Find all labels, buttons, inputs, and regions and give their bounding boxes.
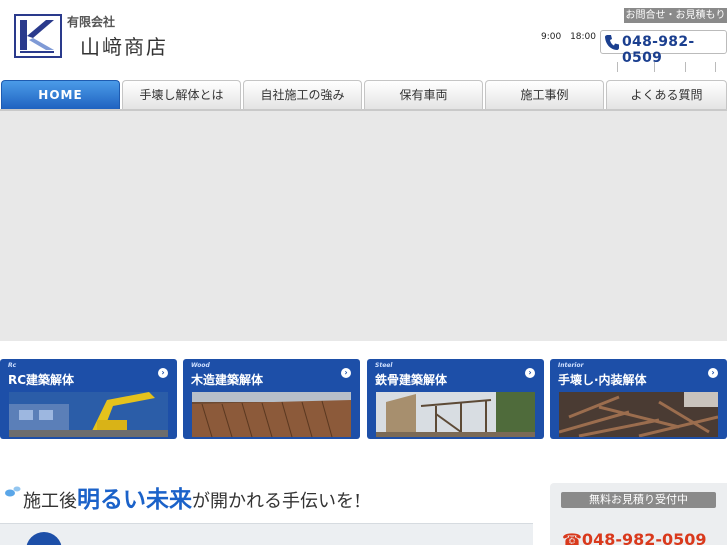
service-card-rc[interactable]: Rc RC建築解体 ›: [0, 359, 177, 439]
link-divider: [617, 62, 618, 72]
tagline-part-1: 施工後: [23, 491, 77, 512]
tab-home[interactable]: HOME: [1, 80, 120, 109]
hero-slider[interactable]: [0, 111, 727, 341]
steel-demolition-photo: [376, 392, 535, 437]
interior-demolition-photo: [559, 392, 718, 437]
service-title: 木造建築解体: [191, 373, 264, 387]
k-monogram-logo[interactable]: [14, 14, 62, 58]
service-card-steel[interactable]: Steel 鉄骨建築解体 ›: [367, 359, 544, 439]
service-tag: Steel: [375, 362, 393, 369]
company-type: 有限会社: [67, 15, 116, 29]
intro-content-box: [0, 523, 533, 545]
link-divider: [685, 62, 686, 72]
tagline: 施工後明るい未来が開かれる手伝いを!: [23, 480, 361, 513]
tab-strengths[interactable]: 自社施工の強み: [243, 80, 362, 109]
link-divider: [654, 62, 655, 72]
main-nav: HOME 手壊し解体とは 自社施工の強み 保有車両 施工事例 よくある質問: [0, 80, 727, 110]
service-title: 手壊し·内装解体: [558, 373, 647, 387]
droplet-icon: [5, 486, 21, 497]
tab-vehicles[interactable]: 保有車両: [364, 80, 483, 109]
sidebar-phone-number[interactable]: ☎048-982-0509: [562, 530, 707, 545]
service-tag: Wood: [191, 362, 210, 369]
wood-demolition-photo: [192, 392, 351, 437]
tagline-part-3: が開かれる手伝いを!: [192, 491, 362, 512]
site-header: 有限会社 山﨑商店 9:00 18:00 お問合せ・お見積もり 048-982-…: [0, 0, 727, 80]
estimate-sidebar: 無料お見積り受付中 ☎048-982-0509: [550, 483, 727, 545]
rc-demolition-photo: [9, 392, 168, 437]
tab-case-studies[interactable]: 施工事例: [485, 80, 604, 109]
header-sub-links: [617, 62, 727, 72]
service-title: RC建築解体: [8, 373, 75, 387]
header-phone[interactable]: 048-982-0509: [600, 30, 727, 66]
arrow-right-icon: ›: [525, 368, 535, 378]
service-tag: Rc: [8, 362, 17, 369]
arrow-right-icon: ›: [341, 368, 351, 378]
contact-label[interactable]: お問合せ・お見積もり: [624, 8, 727, 23]
arrow-right-icon: ›: [158, 368, 168, 378]
arrow-right-icon: ›: [708, 368, 718, 378]
service-tag: Interior: [558, 362, 584, 369]
business-hours: 9:00 18:00: [541, 32, 597, 42]
phone-icon: [605, 35, 619, 50]
company-name[interactable]: 山﨑商店: [80, 31, 168, 60]
free-estimate-label[interactable]: 無料お見積り受付中: [561, 492, 716, 508]
service-card-wood[interactable]: Wood 木造建築解体 ›: [183, 359, 360, 439]
tab-faq[interactable]: よくある質問: [606, 80, 727, 109]
tab-hand-demolition[interactable]: 手壊し解体とは: [122, 80, 241, 109]
link-divider: [715, 62, 716, 72]
service-title: 鉄骨建築解体: [375, 373, 448, 387]
service-card-interior[interactable]: Interior 手壊し·内装解体 ›: [550, 359, 727, 439]
tagline-highlight: 明るい未来: [77, 486, 192, 513]
